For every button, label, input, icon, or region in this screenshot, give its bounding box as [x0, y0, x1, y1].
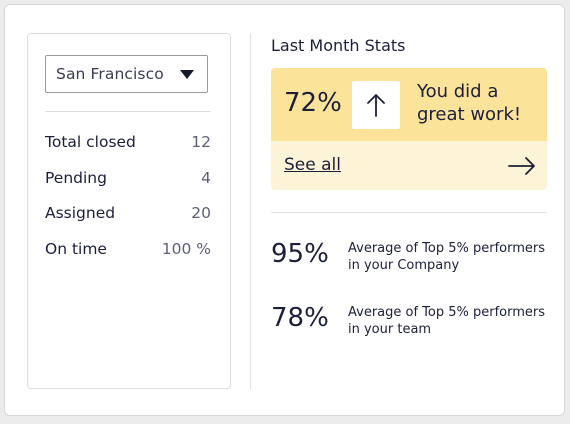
- company-description: Average of Top 5% performers in your Com…: [348, 241, 546, 273]
- divider: [45, 111, 211, 112]
- stats-card: San Francisco Total closed 12 Pending 4 …: [4, 4, 565, 416]
- highlight-card: 72% You did a great work! See all: [271, 68, 547, 190]
- stat-label: On time: [45, 240, 107, 258]
- arrow-up-icon: [367, 94, 385, 117]
- stat-value: 12: [191, 133, 211, 151]
- highlight-footer: See all: [271, 141, 547, 190]
- stat-value: 100 %: [161, 240, 211, 258]
- stat-row-total-closed: Total closed 12: [45, 133, 211, 155]
- caret-down-icon: [180, 70, 194, 79]
- stat-label: Pending: [45, 169, 107, 187]
- location-dropdown[interactable]: San Francisco: [45, 55, 208, 93]
- stat-row-on-time: On time 100 %: [45, 240, 211, 262]
- section-title: Last Month Stats: [271, 36, 406, 55]
- vertical-divider: [250, 33, 251, 389]
- stat-value: 4: [201, 169, 211, 187]
- stat-row-pending: Pending 4: [45, 169, 211, 191]
- team-description: Average of Top 5% performers in your tea…: [348, 305, 546, 337]
- trend-badge: [352, 81, 400, 129]
- praise-message: You did a great work!: [417, 81, 522, 125]
- divider: [271, 212, 547, 213]
- company-percent: 95%: [271, 239, 329, 269]
- arrow-right-icon[interactable]: [508, 157, 536, 175]
- team-percent: 78%: [271, 303, 329, 333]
- stat-label: Total closed: [45, 133, 136, 151]
- stat-value: 20: [191, 204, 211, 222]
- location-dropdown-value: San Francisco: [56, 65, 164, 83]
- see-all-link[interactable]: See all: [284, 155, 341, 175]
- stat-label: Assigned: [45, 204, 116, 222]
- stat-row-assigned: Assigned 20: [45, 204, 211, 226]
- highlight-summary: 72% You did a great work!: [271, 68, 547, 141]
- highlight-percent: 72%: [284, 88, 342, 118]
- task-summary-panel: San Francisco Total closed 12 Pending 4 …: [27, 33, 231, 389]
